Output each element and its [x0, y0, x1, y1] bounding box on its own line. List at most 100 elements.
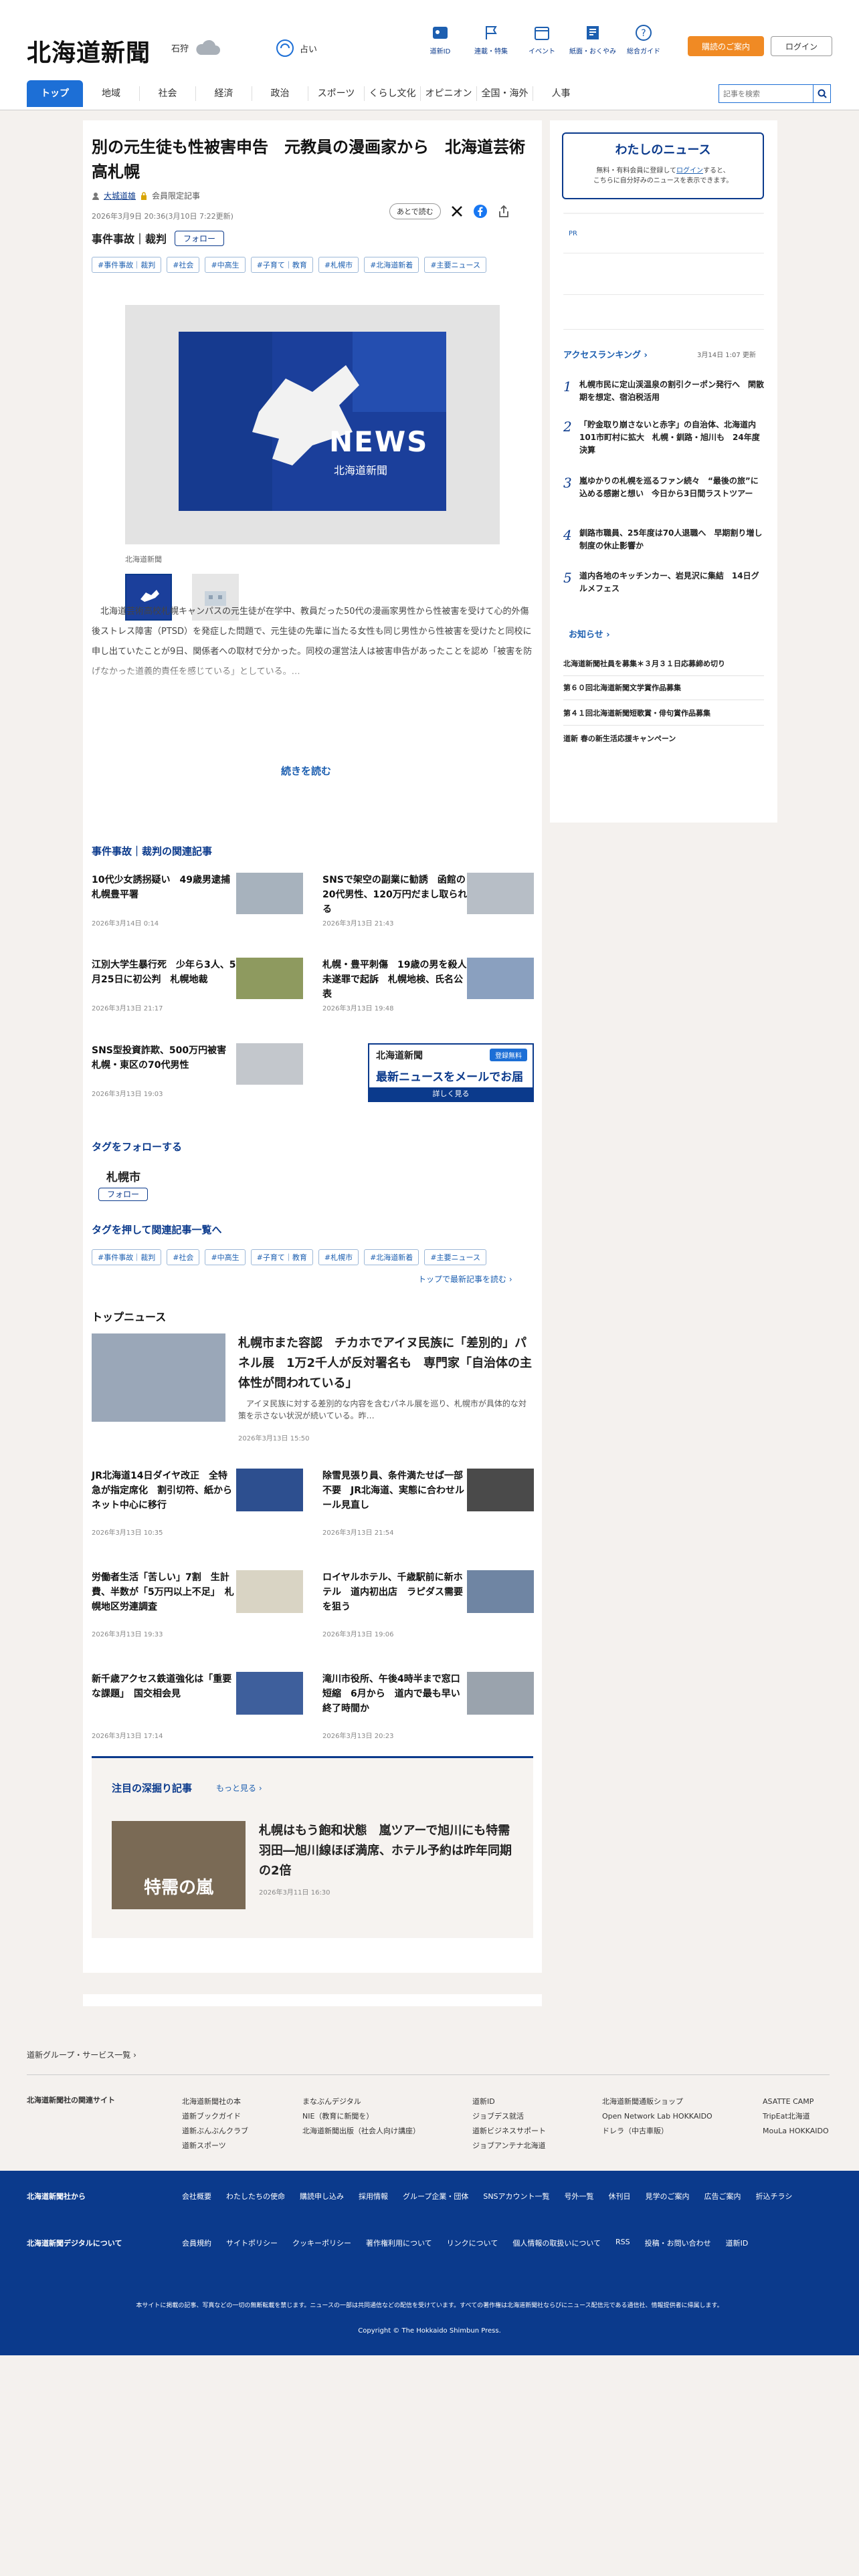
top-latest-link[interactable]: トップで最新記事を読む ›: [418, 1273, 512, 1285]
related-thumb: [236, 1043, 303, 1085]
global-nav: トップ 地域 社会 経済 政治 スポーツ くらし文化 オピニオン 全国・海外 人…: [27, 80, 589, 107]
notice-heading[interactable]: お知らせ ›: [569, 627, 610, 640]
feature-box: 注目の深掘り記事 もっと見る › 特需の嵐 札幌はもう飽和状態 嵐ツアーで旭川に…: [92, 1756, 533, 1938]
hokkaido-map-icon: [179, 332, 446, 511]
nav-culture[interactable]: くらし文化: [364, 86, 420, 101]
related-item[interactable]: SNSで架空の副業に勧誘 函館の20代男性、120万円だまし取られる 2026年3…: [322, 873, 534, 940]
tag-chip[interactable]: #社会: [167, 257, 200, 273]
related-sites-label: 北海道新聞社の関連サイト: [27, 2096, 115, 2105]
tag-chip[interactable]: #子育て｜教育: [250, 1249, 313, 1265]
tag-chip[interactable]: #北海道新着: [364, 257, 419, 273]
doshin-id-link[interactable]: 道新ID: [415, 24, 466, 56]
x-share-icon[interactable]: [450, 205, 464, 218]
nav-society[interactable]: 社会: [139, 86, 195, 101]
tag-chip[interactable]: #札幌市: [318, 257, 359, 273]
paper-link[interactable]: 紙面・おくやみ: [567, 24, 618, 56]
facebook-share-icon[interactable]: [473, 204, 488, 219]
nav-opinion[interactable]: オピニオン: [420, 86, 476, 101]
related-item[interactable]: SNS型投資詐欺、500万円被害 札幌・東区の70代男性 2026年3月13日 1…: [92, 1043, 303, 1110]
subscribe-button[interactable]: 購読のご案内: [688, 36, 764, 56]
top-news-item[interactable]: 新千歳アクセス鉄道強化は「重要な課題」 国交相会見 2026年3月13日 17:1…: [92, 1672, 303, 1745]
notice-item[interactable]: 道新 春の新生活応援キャンペーン: [563, 733, 764, 750]
author-link[interactable]: 大城道雄: [104, 190, 136, 201]
tag-chip[interactable]: #事件事故｜裁判: [92, 257, 162, 273]
search-icon: [818, 89, 827, 98]
related-item[interactable]: 江別大学生暴行死 少年ら3人、5月25日に初公判 札幌地裁 2026年3月13日 …: [92, 958, 303, 1025]
member-label: 会員限定記事: [152, 191, 201, 201]
tag-chip[interactable]: #中高生: [205, 1249, 246, 1265]
related-item[interactable]: 札幌・豊平刺傷 19歳の男を殺人未遂罪で起訴 札幌地検、氏名公表 2026年3月1…: [322, 958, 534, 1025]
footer-col-3: 道新ID ジョブデス就活 道新ビジネスサポート ジョブアンテナ北海道: [472, 2097, 546, 2150]
events-link[interactable]: イベント: [516, 24, 567, 56]
top-news-lead-title[interactable]: 札幌市また容認 チカホでアイヌ民族に「差別的」パネル展 1万2千人が反対署名も …: [238, 1333, 533, 1394]
nav-region[interactable]: 地域: [83, 86, 139, 101]
article-photo[interactable]: NEWS 北海道新聞: [125, 305, 500, 544]
nav-sports[interactable]: スポーツ: [308, 86, 364, 101]
photo-caption: 北海道新聞: [125, 555, 162, 564]
top-news-thumb: [467, 1469, 534, 1511]
notice-item[interactable]: 第４１回北海道新聞短歌賞・俳句賞作品募集: [563, 708, 764, 726]
related-item[interactable]: 10代少女誘拐疑い 49歳男逮捕 札幌豊平署 2026年3月14日 0:14: [92, 873, 303, 940]
tag-chip[interactable]: #北海道新着: [364, 1249, 419, 1265]
city-label: 石狩: [171, 43, 189, 54]
question-icon: ?: [636, 25, 652, 41]
weather-area[interactable]: 石狩: [171, 39, 221, 56]
share-icon[interactable]: [497, 205, 510, 218]
digital-label: 北海道新聞デジタルについて: [27, 2239, 122, 2248]
top-news-item[interactable]: 除雪見張り員、条件満たせば一部不要 JR北海道、実態に合わせルール見直し 2026…: [322, 1469, 534, 1542]
my-news-title: わたしのニュース: [615, 143, 711, 157]
top-news-item[interactable]: 労働者生活「苦しい」7割 生計費、半数が「5万円以上不足」 札幌地区労連調査 20…: [92, 1570, 303, 1644]
group-services-link[interactable]: 道新グループ・サービス一覧 ›: [27, 2049, 136, 2060]
header-icon-nav: 道新ID 連載・特集 イベント 紙面・おくやみ ? 総合ガイド: [415, 24, 669, 56]
notice-item[interactable]: 北海道新聞社員を募集＊３月３１日応募締め切り: [563, 658, 764, 676]
top-news-item[interactable]: JR北海道14日ダイヤ改正 全特急が指定席化 割引切符、紙からネット中心に移行 2…: [92, 1469, 303, 1542]
search-input[interactable]: [719, 85, 813, 102]
tag-chip[interactable]: #事件事故｜裁判: [92, 1249, 162, 1265]
footer-links-area: 道新グループ・サービス一覧 › 北海道新聞社の関連サイト 北海道新聞社の本 道新ブ…: [0, 2033, 859, 2171]
newspaper-icon: [587, 26, 599, 39]
tag-chip[interactable]: #子育て｜教育: [250, 257, 313, 273]
feature-more-link[interactable]: もっと見る ›: [216, 1782, 262, 1794]
news-mark-sub: 北海道新聞: [334, 464, 388, 477]
related-thumb: [236, 958, 303, 999]
article-tags: #事件事故｜裁判 #社会 #中高生 #子育て｜教育 #札幌市 #北海道新着 #主…: [92, 257, 533, 273]
ranking-heading[interactable]: アクセスランキング ›: [563, 348, 648, 360]
ad-more-button[interactable]: 詳しく見る: [369, 1087, 533, 1101]
tag-chip[interactable]: #札幌市: [318, 1249, 359, 1265]
nav-top[interactable]: トップ: [27, 80, 83, 107]
footer-col-4: 北海道新聞通販ショップ Open Network Lab HOKKAIDO ドレラ（…: [602, 2097, 712, 2135]
follow-category-button[interactable]: フォロー: [175, 230, 225, 246]
id-card-icon: [433, 27, 448, 39]
top-news-thumb: [467, 1570, 534, 1613]
tag-chip[interactable]: #主要ニュース: [424, 257, 486, 273]
top-news-lead-image[interactable]: [92, 1333, 225, 1422]
tag-chip[interactable]: #社会: [167, 1249, 200, 1265]
read-more-link[interactable]: 続きを読む: [281, 764, 331, 778]
nav-world[interactable]: 全国・海外: [476, 86, 533, 101]
follow-tag-button[interactable]: フォロー: [98, 1188, 149, 1201]
nav-economy[interactable]: 経済: [195, 86, 252, 101]
tag-chip[interactable]: #主要ニュース: [424, 1249, 486, 1265]
fortune-area[interactable]: 占い: [276, 39, 317, 58]
pr-label: PR: [569, 230, 577, 237]
search-button[interactable]: [813, 85, 830, 102]
nav-personnel[interactable]: 人事: [533, 86, 589, 101]
spacer-bar: [83, 1994, 542, 2006]
ranking-date: 3月14日 1:07 更新: [697, 352, 756, 359]
email-news-ad[interactable]: 北海道新聞 登録無料 最新ニュースをメールでお届け 詳しく見る: [368, 1043, 534, 1102]
features-link[interactable]: 連載・特集: [466, 24, 516, 56]
category-label[interactable]: 事件事故｜裁判: [92, 230, 167, 246]
site-logo[interactable]: 北海道新聞: [27, 33, 151, 68]
feature-title[interactable]: 札幌はもう飽和状態 嵐ツアーで旭川にも特需 羽田―旭川線ほぼ満席、ホテル予約は昨…: [259, 1821, 522, 1881]
top-news-item[interactable]: ロイヤルホテル、千歳駅前に新ホテル 道内初出店 ラピダス需要を狙う 2026年3月…: [322, 1570, 534, 1644]
search-box: [719, 84, 831, 103]
my-news-login-link[interactable]: ログイン: [676, 167, 703, 175]
login-button[interactable]: ログイン: [771, 36, 832, 56]
notice-item[interactable]: 第６０回北海道新聞文学賞作品募集: [563, 682, 764, 700]
read-later-button[interactable]: あとで読む: [389, 203, 441, 219]
tag-chip[interactable]: #中高生: [205, 257, 246, 273]
nav-politics[interactable]: 政治: [252, 86, 308, 101]
top-news-item[interactable]: 滝川市役所、午後4時半まで窓口短縮 6月から 道内で最も早い終了時間か 2026年…: [322, 1672, 534, 1745]
guide-link[interactable]: ? 総合ガイド: [618, 24, 669, 56]
feature-image[interactable]: 特需の嵐: [112, 1821, 246, 1909]
